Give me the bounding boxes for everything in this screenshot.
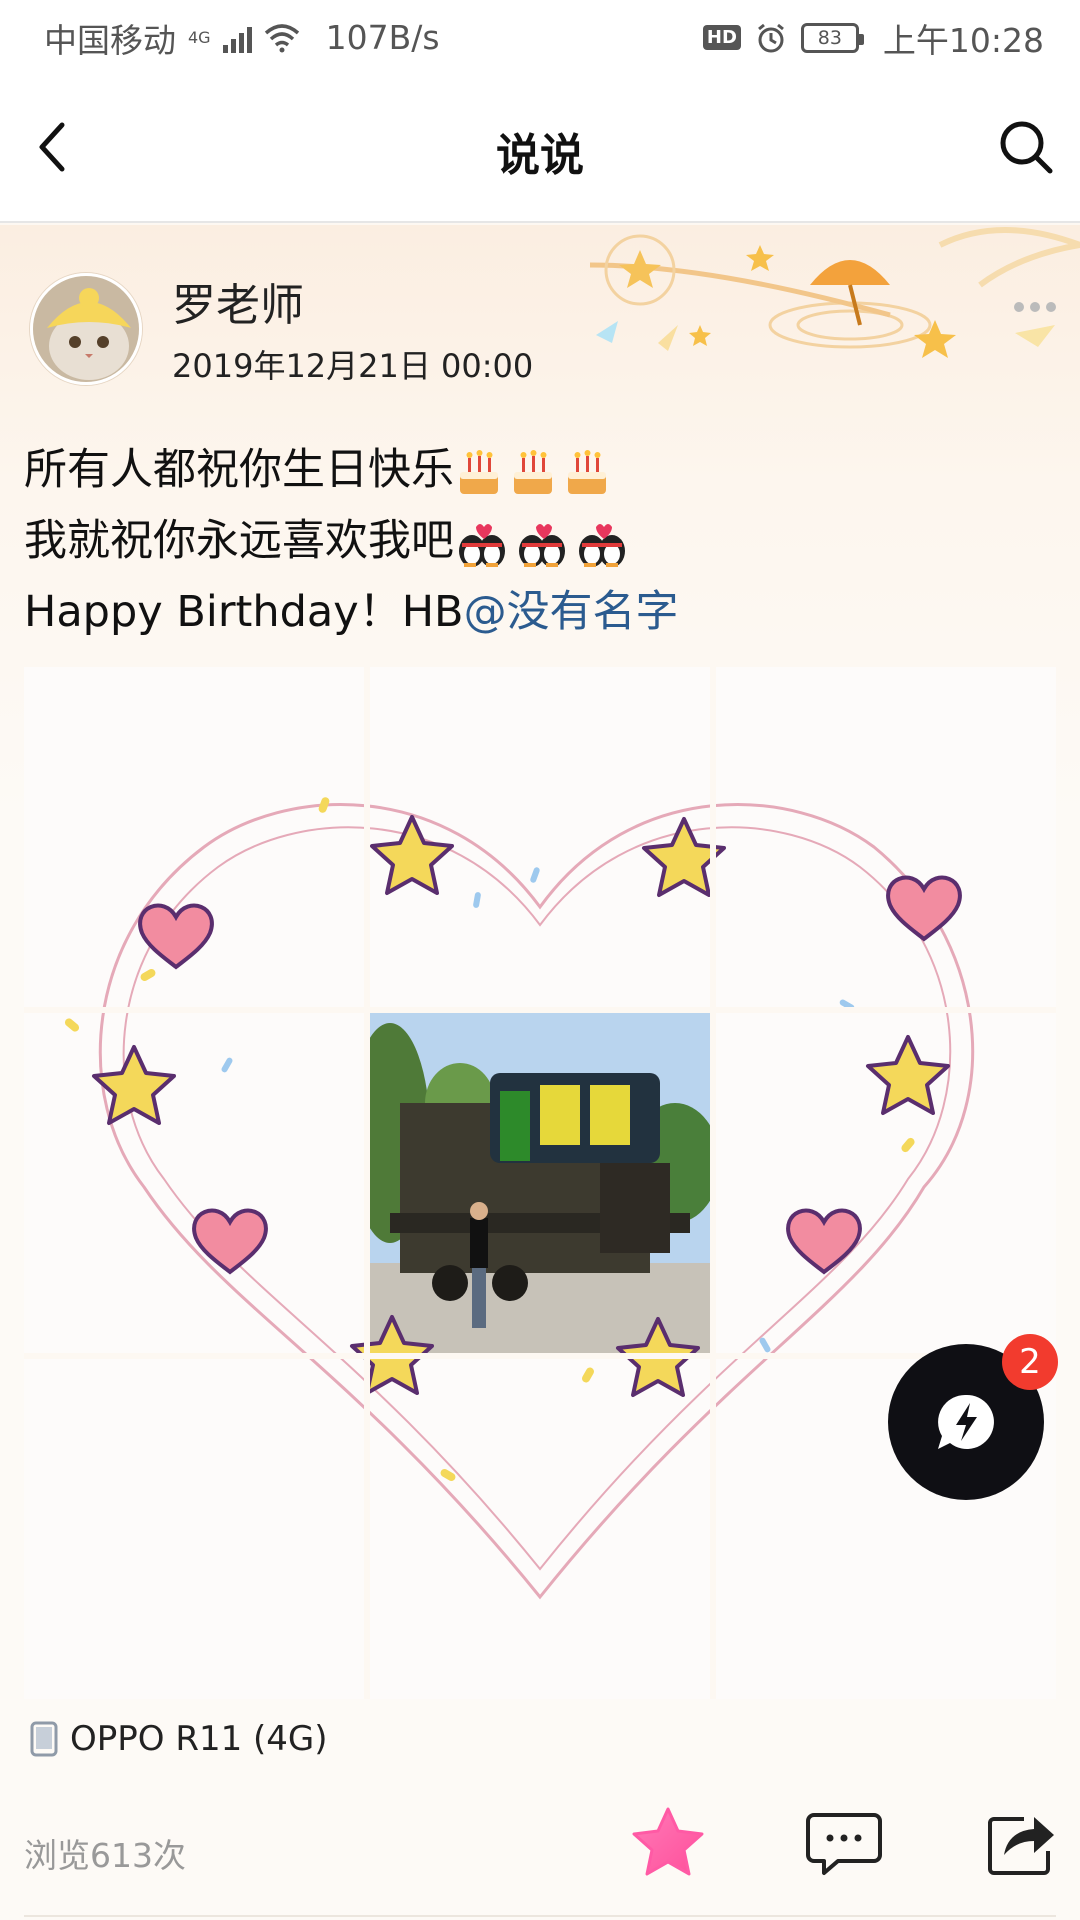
alarm-icon bbox=[757, 23, 784, 52]
clock: 上午10:28 bbox=[882, 20, 1044, 60]
network-type: 4G bbox=[188, 27, 211, 47]
grid-image-8[interactable] bbox=[370, 1359, 710, 1699]
grid-image-4[interactable] bbox=[24, 1013, 364, 1353]
birthday-cake-icon bbox=[460, 449, 498, 494]
penguin-couple-icon bbox=[459, 523, 505, 567]
grid-image-5[interactable] bbox=[370, 1013, 710, 1353]
train-photo bbox=[370, 1013, 710, 1353]
umbrella-stars-decoration bbox=[589, 227, 1080, 358]
penguin-couple-icon bbox=[519, 523, 565, 567]
penguin-couple-icon bbox=[579, 523, 625, 567]
birthday-cake-icon bbox=[568, 449, 606, 494]
divider bbox=[24, 1915, 1056, 1917]
grid-image-7[interactable] bbox=[24, 1359, 364, 1699]
search-icon[interactable] bbox=[994, 115, 1058, 179]
post-card: 罗老师 2019年12月21日 00:00 所有人都祝你生日快乐 我就祝你永远喜… bbox=[0, 225, 1080, 1920]
carrier-name: 中国移动 bbox=[44, 20, 176, 60]
device-name: OPPO R11 (4G) bbox=[70, 1719, 328, 1759]
more-options-icon[interactable] bbox=[1014, 297, 1058, 317]
signal-icon bbox=[222, 23, 252, 53]
lightning-chat-icon bbox=[938, 1394, 994, 1449]
grid-divider bbox=[24, 1007, 1056, 1013]
hd-badge: HD bbox=[702, 25, 741, 50]
battery-icon: 83 bbox=[800, 22, 864, 53]
share-icon[interactable] bbox=[978, 1803, 1058, 1883]
grid-image-1[interactable] bbox=[24, 667, 364, 1007]
comment-icon[interactable] bbox=[804, 1803, 884, 1883]
post-line-2: 我就祝你永远喜欢我吧 bbox=[24, 506, 1054, 577]
grid-image-2[interactable] bbox=[370, 667, 710, 1007]
phone-icon bbox=[30, 1721, 58, 1757]
page-title: 说说 bbox=[496, 130, 584, 181]
grid-divider bbox=[710, 667, 716, 1699]
like-star-icon[interactable] bbox=[628, 1803, 708, 1883]
image-grid bbox=[24, 667, 1056, 1699]
notification-badge: 2 bbox=[1002, 1334, 1058, 1390]
app-header: 说说 bbox=[0, 75, 1080, 223]
mention-link[interactable]: @没有名字 bbox=[464, 587, 679, 637]
view-count: 浏览613次 bbox=[24, 1836, 186, 1875]
cat-avatar-icon bbox=[33, 276, 139, 382]
avatar[interactable] bbox=[30, 273, 142, 385]
post-line-3: Happy Birthday！HB@没有名字 bbox=[24, 587, 679, 637]
post-time: 2019年12月21日 00:00 bbox=[172, 347, 534, 385]
grid-divider bbox=[24, 1353, 1056, 1359]
post-content: 所有人都祝你生日快乐 我就祝你永远喜欢我吧 Happy Birthday！HB@… bbox=[24, 435, 1054, 648]
wifi-icon bbox=[264, 23, 299, 52]
network-speed: 107B/s bbox=[325, 18, 440, 57]
post-line-1: 所有人都祝你生日快乐 bbox=[24, 435, 1054, 506]
birthday-cake-icon bbox=[514, 449, 552, 494]
grid-image-3[interactable] bbox=[716, 667, 1056, 1007]
grid-image-6[interactable] bbox=[716, 1013, 1056, 1353]
grid-divider bbox=[364, 667, 370, 1699]
author-name[interactable]: 罗老师 bbox=[172, 269, 304, 333]
status-bar: 中国移动 4G 107B/s HD 83 上午10:28 bbox=[0, 0, 1080, 75]
battery-level: 83 bbox=[817, 26, 842, 49]
device-info: OPPO R11 (4G) bbox=[30, 1719, 328, 1759]
